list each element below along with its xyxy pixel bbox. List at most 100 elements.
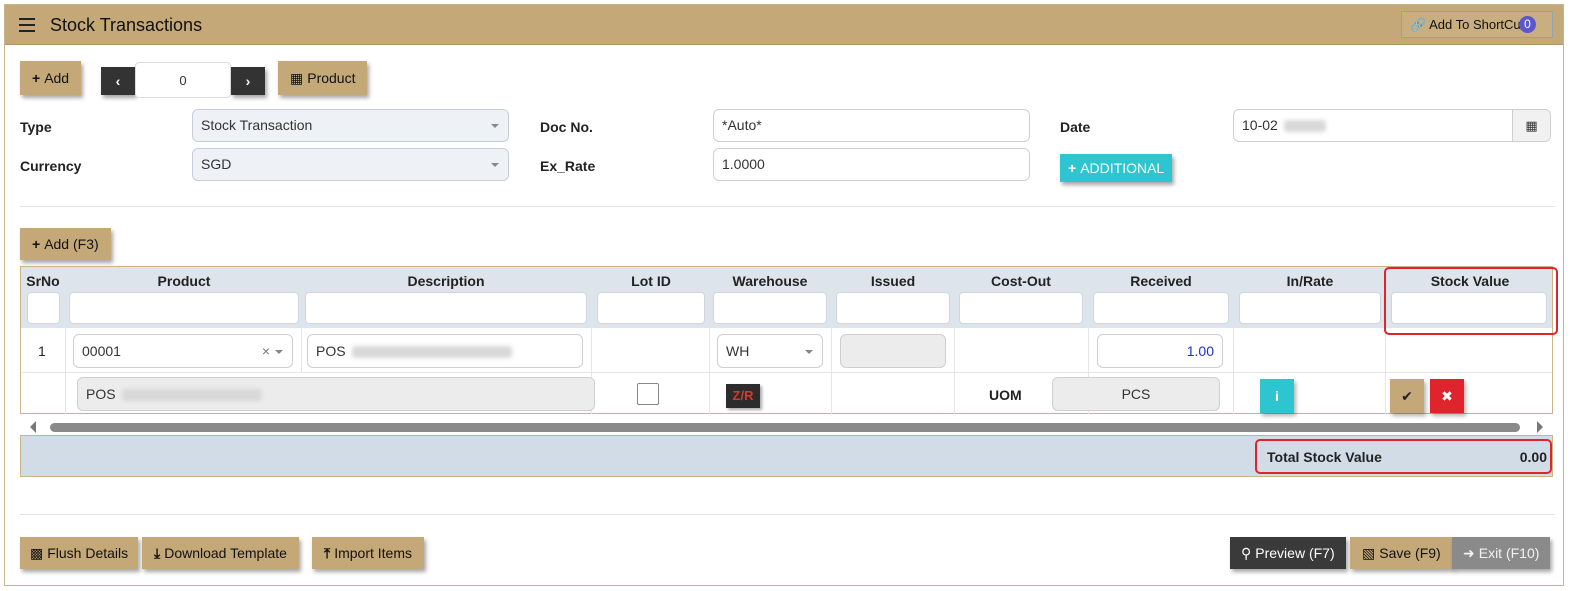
shortcut-count-badge: 0 bbox=[1519, 16, 1536, 33]
filter-srno[interactable] bbox=[27, 292, 60, 324]
save-button[interactable]: ▧ Save (F9) bbox=[1350, 537, 1453, 569]
grid-header: SrNo Product Description Lot ID Warehous… bbox=[21, 267, 1552, 328]
uom-input[interactable]: PCS bbox=[1052, 377, 1220, 411]
date-input[interactable]: 10-02 ▦ bbox=[1233, 109, 1551, 142]
delete-row-button[interactable]: ✖ bbox=[1430, 379, 1464, 413]
exit-button[interactable]: ➜ Exit (F10) bbox=[1452, 537, 1551, 569]
scroll-thumb[interactable] bbox=[50, 423, 1520, 432]
menu-icon[interactable] bbox=[19, 18, 35, 32]
calendar-icon[interactable]: ▦ bbox=[1512, 110, 1550, 141]
link-icon: 🔗 bbox=[1410, 17, 1427, 32]
chevron-down-icon bbox=[275, 350, 283, 354]
save-icon: ▧ bbox=[1362, 545, 1376, 561]
type-select[interactable]: Stock Transaction bbox=[192, 109, 509, 142]
chevron-down-icon bbox=[805, 350, 813, 354]
received-input[interactable]: 1.00 bbox=[1097, 334, 1223, 368]
currency-value: SGD bbox=[201, 156, 232, 172]
import-items-label: Import Items bbox=[334, 545, 412, 561]
column-divider bbox=[831, 328, 832, 414]
download-icon: ⤓ bbox=[154, 545, 161, 561]
warehouse-select[interactable]: WH bbox=[717, 334, 823, 368]
download-template-button[interactable]: ⤓ Download Template bbox=[142, 537, 299, 569]
filter-received[interactable] bbox=[1093, 292, 1229, 324]
record-number-input[interactable]: 0 bbox=[135, 62, 231, 98]
column-header-lot-id: Lot ID bbox=[631, 273, 671, 289]
search-icon: ⚲ bbox=[1241, 545, 1252, 561]
column-header-srno: SrNo bbox=[26, 273, 60, 289]
download-template-label: Download Template bbox=[164, 545, 287, 561]
info-icon: i bbox=[1275, 388, 1279, 404]
product-label: Product bbox=[307, 70, 356, 86]
check-icon: ✔ bbox=[1401, 388, 1413, 404]
product-code-select[interactable]: 00001 × bbox=[73, 334, 293, 368]
lot-checkbox[interactable] bbox=[637, 383, 659, 405]
add-row-button[interactable]: + Add (F3) bbox=[20, 228, 111, 260]
plus-icon: + bbox=[32, 236, 41, 252]
chevron-down-icon bbox=[491, 124, 499, 128]
gift-icon: ▦ bbox=[290, 70, 304, 86]
import-items-button[interactable]: ⤒ Import Items bbox=[312, 537, 424, 569]
plus-icon: + bbox=[32, 70, 41, 86]
warehouse-value: WH bbox=[726, 343, 750, 359]
docno-label: Doc No. bbox=[540, 119, 593, 135]
clear-icon[interactable]: × bbox=[262, 335, 270, 367]
docno-input[interactable]: *Auto* bbox=[713, 109, 1030, 142]
sub-description-value: POS bbox=[86, 386, 116, 402]
date-label: Date bbox=[1060, 119, 1091, 135]
scroll-right-icon[interactable] bbox=[1537, 421, 1543, 433]
description-input[interactable]: POS bbox=[307, 334, 583, 368]
column-divider bbox=[301, 328, 302, 372]
additional-button[interactable]: + ADDITIONAL bbox=[1060, 154, 1173, 182]
filter-description[interactable] bbox=[305, 292, 587, 324]
filter-lot-id[interactable] bbox=[597, 292, 705, 324]
confirm-row-button[interactable]: ✔ bbox=[1390, 379, 1424, 413]
next-record-button[interactable]: › bbox=[231, 67, 265, 95]
add-row-label: Add (F3) bbox=[44, 236, 99, 252]
preview-label: Preview (F7) bbox=[1255, 545, 1335, 561]
chevron-right-icon: › bbox=[245, 73, 251, 89]
blurred-text bbox=[121, 389, 262, 402]
horizontal-scrollbar[interactable] bbox=[20, 417, 1553, 435]
column-header-product: Product bbox=[157, 273, 211, 289]
sign-out-icon: ➜ bbox=[1463, 545, 1475, 561]
highlight-total-stock-value bbox=[1255, 439, 1552, 474]
add-to-shortcut-label: Add To ShortCut bbox=[1429, 17, 1525, 32]
date-value: 10-02 bbox=[1242, 117, 1278, 133]
additional-label: ADDITIONAL bbox=[1080, 160, 1165, 176]
sub-description-input[interactable]: POS bbox=[77, 377, 595, 411]
divider bbox=[20, 206, 1555, 207]
column-header-warehouse: Warehouse bbox=[732, 273, 808, 289]
filter-issued[interactable] bbox=[836, 292, 950, 324]
stock-transactions-window: Stock Transactions 🔗 Add To ShortCut 0 +… bbox=[4, 4, 1564, 586]
zr-button[interactable]: Z/R bbox=[726, 384, 760, 408]
save-label: Save (F9) bbox=[1379, 545, 1441, 561]
add-to-shortcut-button[interactable]: 🔗 Add To ShortCut 0 bbox=[1401, 11, 1553, 38]
previous-record-button[interactable]: ‹ bbox=[101, 67, 135, 95]
description-value: POS bbox=[316, 343, 346, 359]
type-value: Stock Transaction bbox=[201, 117, 313, 133]
issued-input[interactable] bbox=[840, 334, 946, 368]
preview-button[interactable]: ⚲ Preview (F7) bbox=[1230, 537, 1346, 569]
exrate-input[interactable]: 1.0000 bbox=[713, 148, 1030, 181]
add-button[interactable]: + Add bbox=[20, 61, 82, 95]
column-divider bbox=[1233, 328, 1234, 414]
filter-in-rate[interactable] bbox=[1239, 292, 1381, 324]
flush-details-label: Flush Details bbox=[47, 545, 129, 561]
currency-select[interactable]: SGD bbox=[192, 148, 509, 181]
blurred-text bbox=[1283, 120, 1326, 133]
column-header-in-rate: In/Rate bbox=[1286, 273, 1334, 289]
upload-icon: ⤒ bbox=[324, 545, 331, 561]
filter-warehouse[interactable] bbox=[713, 292, 827, 324]
flush-details-button[interactable]: ▩ Flush Details bbox=[20, 537, 139, 569]
info-button[interactable]: i bbox=[1260, 379, 1294, 413]
filter-product[interactable] bbox=[69, 292, 299, 324]
column-divider bbox=[709, 328, 710, 414]
product-button[interactable]: ▦ Product bbox=[278, 61, 368, 95]
chevron-down-icon bbox=[491, 163, 499, 167]
scroll-left-icon[interactable] bbox=[30, 421, 36, 433]
filter-cost-out[interactable] bbox=[959, 292, 1083, 324]
uom-label: UOM bbox=[989, 387, 1022, 403]
column-divider bbox=[954, 328, 955, 414]
title-bar: Stock Transactions 🔗 Add To ShortCut 0 bbox=[5, 5, 1563, 45]
transaction-grid: SrNo Product Description Lot ID Warehous… bbox=[20, 266, 1553, 414]
